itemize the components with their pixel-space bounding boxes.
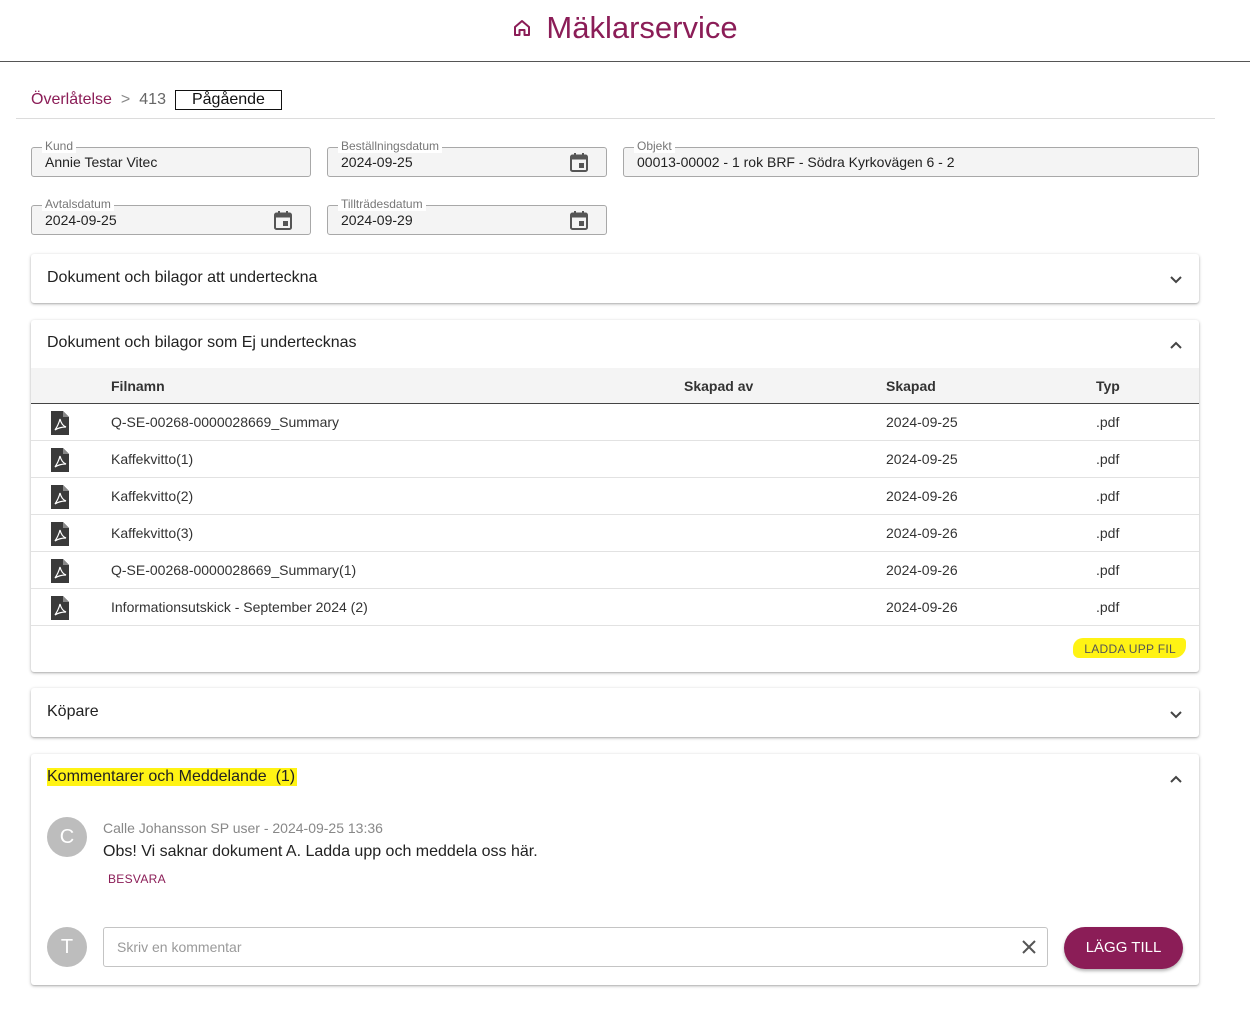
pdf-file-icon <box>51 485 69 514</box>
objekt-value: 00013-00002 - 1 rok BRF - Södra Kyrkoväg… <box>637 154 955 170</box>
column-header-skapad[interactable]: Skapad <box>886 378 936 394</box>
file-name[interactable]: Kaffekvitto(2) <box>111 488 193 504</box>
table-row[interactable]: Kaffekvitto(3) 2024-09-26 .pdf <box>31 515 1199 552</box>
chevron-up-icon[interactable] <box>1169 337 1183 355</box>
file-created: 2024-09-26 <box>886 599 958 615</box>
tilltradesdatum-value: 2024-09-29 <box>341 212 413 228</box>
file-type: .pdf <box>1096 525 1120 541</box>
bestallningsdatum-value: 2024-09-25 <box>341 154 413 170</box>
section-buyers-title: Köpare <box>47 703 99 720</box>
column-header-filnamn[interactable]: Filnamn <box>111 378 165 394</box>
file-name[interactable]: Kaffekvitto(3) <box>111 525 193 541</box>
pdf-file-icon <box>51 596 69 625</box>
breadcrumb-section-link[interactable]: Överlåtelse <box>31 91 112 109</box>
breadcrumb-id: 413 <box>139 91 166 108</box>
section-buyers[interactable]: Köpare <box>31 688 1199 737</box>
table-row[interactable]: Q-SE-00268-0000028669_Summary(1) 2024-09… <box>31 552 1199 589</box>
reply-button[interactable]: BESVARA <box>108 872 166 886</box>
section-documents-to-sign-title: Dokument och bilagor att underteckna <box>47 269 318 286</box>
kund-field[interactable]: Kund Annie Testar Vitec <box>31 140 311 177</box>
section-documents-not-signed: Dokument och bilagor som Ej undertecknas… <box>31 320 1199 672</box>
section-documents-not-signed-title[interactable]: Dokument och bilagor som Ej undertecknas <box>47 334 357 352</box>
comment-input-box[interactable] <box>103 927 1048 967</box>
avtalsdatum-label: Avtalsdatum <box>42 198 114 211</box>
table-row[interactable]: Kaffekvitto(1) 2024-09-25 .pdf <box>31 441 1199 478</box>
upload-file-button[interactable]: LADDA UPP FIL <box>1073 638 1186 658</box>
chevron-down-icon[interactable] <box>1169 707 1183 725</box>
file-created: 2024-09-25 <box>886 414 958 430</box>
comment-meta: Calle Johansson SP user - 2024-09-25 13:… <box>103 820 383 836</box>
table-row[interactable]: Kaffekvitto(2) 2024-09-26 .pdf <box>31 478 1199 515</box>
avtalsdatum-value: 2024-09-25 <box>45 212 117 228</box>
avtalsdatum-field[interactable]: Avtalsdatum 2024-09-25 <box>31 198 311 236</box>
file-type: .pdf <box>1096 562 1120 578</box>
table-row[interactable]: Q-SE-00268-0000028669_Summary 2024-09-25… <box>31 404 1199 441</box>
avatar: T <box>47 927 87 967</box>
column-header-typ[interactable]: Typ <box>1096 378 1120 394</box>
breadcrumb: Överlåtelse > 413 Pågående <box>31 90 282 110</box>
file-created: 2024-09-26 <box>886 488 958 504</box>
file-type: .pdf <box>1096 451 1120 467</box>
clear-icon[interactable] <box>1021 939 1037 960</box>
app-brand[interactable]: Mäklarservice <box>0 10 1250 48</box>
comment-text: Obs! Vi saknar dokument A. Ladda upp och… <box>103 843 538 860</box>
bestallningsdatum-label: Beställningsdatum <box>338 140 443 153</box>
column-header-skapad-av[interactable]: Skapad av <box>684 378 753 394</box>
status-badge: Pågående <box>174 90 282 110</box>
file-type: .pdf <box>1096 488 1120 504</box>
app-header: Mäklarservice <box>0 0 1250 62</box>
file-created: 2024-09-26 <box>886 525 958 541</box>
file-created: 2024-09-26 <box>886 562 958 578</box>
avatar: C <box>47 817 87 857</box>
pdf-file-icon <box>51 559 69 588</box>
file-name[interactable]: Q-SE-00268-0000028669_Summary <box>111 414 339 430</box>
comment-input[interactable] <box>104 928 1004 966</box>
pdf-file-icon <box>51 522 69 551</box>
file-created: 2024-09-25 <box>886 451 958 467</box>
calendar-icon[interactable] <box>273 210 293 236</box>
comments-title-text: Kommentarer och Meddelande <box>47 768 267 785</box>
add-comment-button[interactable]: LÄGG TILL <box>1064 927 1183 969</box>
tilltradesdatum-field[interactable]: Tillträdesdatum 2024-09-29 <box>327 198 607 236</box>
file-type: .pdf <box>1096 414 1120 430</box>
file-name[interactable]: Q-SE-00268-0000028669_Summary(1) <box>111 562 356 578</box>
kund-value: Annie Testar Vitec <box>45 154 158 170</box>
comments-count: (1) <box>275 768 296 785</box>
section-comments-title[interactable]: Kommentarer och Meddelande (1) <box>47 768 298 786</box>
file-type: .pdf <box>1096 599 1120 615</box>
bestallningsdatum-field[interactable]: Beställningsdatum 2024-09-25 <box>327 140 607 178</box>
header-divider <box>16 118 1215 119</box>
chevron-up-icon[interactable] <box>1169 771 1183 789</box>
breadcrumb-separator: > <box>120 91 131 108</box>
section-documents-to-sign[interactable]: Dokument och bilagor att underteckna <box>31 254 1199 303</box>
tilltradesdatum-label: Tillträdesdatum <box>338 198 426 211</box>
table-row[interactable]: Informationsutskick - September 2024 (2)… <box>31 589 1199 626</box>
file-name[interactable]: Informationsutskick - September 2024 (2) <box>111 599 368 615</box>
calendar-icon[interactable] <box>569 210 589 236</box>
home-icon[interactable] <box>512 10 532 46</box>
app-title: Mäklarservice <box>546 10 738 45</box>
calendar-icon[interactable] <box>569 152 589 178</box>
pdf-file-icon <box>51 448 69 477</box>
kund-label: Kund <box>42 140 77 153</box>
objekt-field[interactable]: Objekt 00013-00002 - 1 rok BRF - Södra K… <box>623 140 1199 177</box>
section-comments: Kommentarer och Meddelande (1) C Calle J… <box>31 754 1199 985</box>
table-header: Filnamn Skapad av Skapad Typ <box>31 368 1199 404</box>
pdf-file-icon <box>51 411 69 440</box>
chevron-down-icon[interactable] <box>1169 272 1183 290</box>
file-name[interactable]: Kaffekvitto(1) <box>111 451 193 467</box>
objekt-label: Objekt <box>634 140 675 153</box>
